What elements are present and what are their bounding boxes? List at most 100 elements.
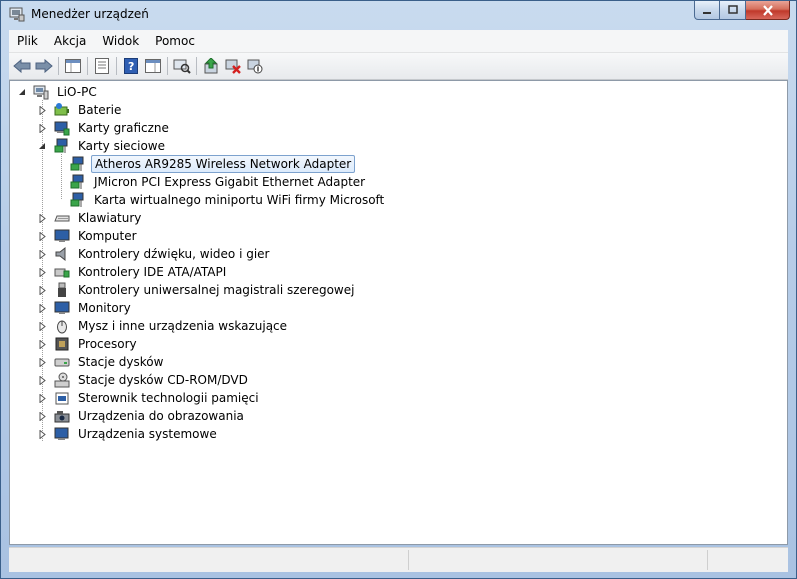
expand-arrow-icon[interactable] (38, 231, 47, 241)
expand-arrow-icon[interactable] (38, 357, 47, 367)
tree-item-label: Karta wirtualnego miniportu WiFi firmy M… (94, 193, 385, 207)
toolbar-separator (196, 57, 197, 75)
collapse-arrow-icon[interactable] (38, 142, 47, 151)
tree-item-label: Monitory (78, 301, 131, 315)
disk-drive-icon (54, 358, 70, 367)
tree-item-jmicron-ethernet[interactable]: JMicron PCI Express Gigabit Ethernet Ada… (70, 173, 368, 191)
show-hide-console-tree-button[interactable] (62, 55, 84, 77)
expand-arrow-icon[interactable] (38, 411, 47, 421)
tree-item-label: Sterownik technologii pamięci (78, 391, 259, 405)
expand-arrow-icon[interactable] (38, 303, 47, 313)
close-icon (762, 4, 773, 16)
tree-item-kontrolery-dzwieku[interactable]: Kontrolery dźwięku, wideo i gier (38, 245, 272, 263)
menu-widok[interactable]: Widok (94, 30, 147, 52)
tree-item-label: JMicron PCI Express Gigabit Ethernet Ada… (94, 175, 366, 189)
imaging-device-icon (54, 411, 70, 423)
toolbar-separator (167, 57, 168, 75)
menu-plik[interactable]: Plik (9, 30, 46, 52)
toolbar-separator (87, 57, 88, 75)
tree-item-mysz[interactable]: Mysz i inne urządzenia wskazujące (38, 317, 290, 335)
network-adapter-icon (70, 192, 84, 207)
menu-bar: Plik Akcja Widok Pomoc (9, 30, 788, 53)
minimize-icon (703, 12, 711, 14)
tree-item-kontrolery-ide[interactable]: Kontrolery IDE ATA/ATAPI (38, 263, 229, 281)
expand-arrow-icon[interactable] (38, 321, 47, 331)
status-bar (9, 547, 788, 572)
status-segment (708, 550, 788, 570)
tree-item-monitory[interactable]: Monitory (38, 299, 134, 317)
tree-item-urzadzenia-obrazowania[interactable]: Urządzenia do obrazowania (38, 407, 247, 425)
uninstall-icon (225, 59, 241, 74)
scan-hardware-changes-icon (173, 59, 191, 74)
back-arrow-icon (13, 59, 31, 73)
memory-tech-icon (55, 392, 69, 405)
expand-arrow-icon[interactable] (38, 339, 47, 349)
status-segment (409, 550, 708, 570)
tree-item-label: Komputer (78, 229, 137, 243)
show-action-pane-button[interactable] (142, 55, 164, 77)
tree-item-wifi-miniport[interactable]: Karta wirtualnego miniportu WiFi firmy M… (70, 191, 387, 209)
usb-icon (58, 282, 66, 297)
device-tree-pane[interactable]: LiO-PC Baterie Karty graficzne Karty sie… (9, 80, 788, 545)
tree-item-procesory[interactable]: Procesory (38, 335, 140, 353)
ide-controller-icon (54, 268, 70, 278)
tree-item-stacje-cdrom[interactable]: Stacje dysków CD-ROM/DVD (38, 371, 251, 389)
forward-button[interactable] (33, 55, 55, 77)
device-manager-window: Menedżer urządzeń Plik Akcja Widok Pomoc (0, 0, 797, 579)
keyboard-icon (54, 215, 70, 222)
maximize-button[interactable] (720, 1, 746, 20)
tree-item-atheros-ar9285[interactable]: Atheros AR9285 Wireless Network Adapter (70, 155, 356, 173)
expand-arrow-icon[interactable] (38, 429, 47, 439)
network-adapter-icon (70, 174, 84, 189)
tree-item-label: Karty graficzne (78, 121, 169, 135)
help-button[interactable]: ? (120, 55, 142, 77)
collapse-arrow-icon[interactable] (18, 88, 27, 97)
tree-item-urzadzenia-systemowe[interactable]: Urządzenia systemowe (38, 425, 220, 443)
tree-root-lio-pc[interactable]: LiO-PC (18, 83, 100, 101)
close-button[interactable] (746, 1, 790, 20)
minimize-button[interactable] (694, 1, 720, 20)
menu-akcja[interactable]: Akcja (46, 30, 94, 52)
tree-guide-line (61, 154, 62, 199)
computer-monitor-icon (54, 229, 70, 242)
update-driver-button[interactable] (200, 55, 222, 77)
tree-item-label: Kontrolery uniwersalnej magistrali szere… (78, 283, 355, 297)
tree-item-label: Karty sieciowe (78, 139, 166, 153)
expand-arrow-icon[interactable] (38, 267, 47, 277)
tree-root-label: LiO-PC (57, 85, 97, 99)
expand-arrow-icon[interactable] (38, 249, 47, 259)
expand-arrow-icon[interactable] (38, 393, 47, 403)
menu-pomoc[interactable]: Pomoc (147, 30, 203, 52)
properties-button[interactable] (91, 55, 113, 77)
back-button[interactable] (11, 55, 33, 77)
tree-item-sterownik-pamieci[interactable]: Sterownik technologii pamięci (38, 389, 262, 407)
tree-item-label: Kontrolery IDE ATA/ATAPI (78, 265, 227, 279)
monitor-icon (54, 301, 70, 314)
network-adapter-icon (54, 138, 68, 153)
tree-item-label: Procesory (78, 337, 137, 351)
tree-item-kontrolery-usb[interactable]: Kontrolery uniwersalnej magistrali szere… (38, 281, 357, 299)
tree-item-karty-sieciowe[interactable]: Karty sieciowe (38, 137, 168, 155)
tree-item-baterie[interactable]: Baterie (38, 101, 124, 119)
tree-item-label-selected: Atheros AR9285 Wireless Network Adapter (91, 155, 356, 173)
network-adapter-icon (70, 156, 84, 171)
title-bar[interactable]: Menedżer urządzeń (1, 1, 796, 29)
device-manager-icon (9, 7, 25, 22)
disable-device-button[interactable] (244, 55, 266, 77)
uninstall-button[interactable] (222, 55, 244, 77)
tree-item-karty-graficzne[interactable]: Karty graficzne (38, 119, 172, 137)
help-icon: ? (124, 58, 138, 74)
expand-arrow-icon[interactable] (38, 123, 47, 133)
speaker-icon (55, 246, 66, 262)
tree-item-label: Urządzenia do obrazowania (78, 409, 244, 423)
tree-item-klawiatury[interactable]: Klawiatury (38, 209, 144, 227)
expand-arrow-icon[interactable] (38, 213, 47, 223)
tree-item-label: Klawiatury (78, 211, 142, 225)
tree-item-stacje-dyskow[interactable]: Stacje dysków (38, 353, 166, 371)
tree-item-komputer[interactable]: Komputer (38, 227, 140, 245)
expand-arrow-icon[interactable] (38, 105, 47, 115)
scan-hardware-changes-button[interactable] (171, 55, 193, 77)
tree-item-label: Stacje dysków (78, 355, 164, 369)
expand-arrow-icon[interactable] (38, 375, 47, 385)
expand-arrow-icon[interactable] (38, 285, 47, 295)
